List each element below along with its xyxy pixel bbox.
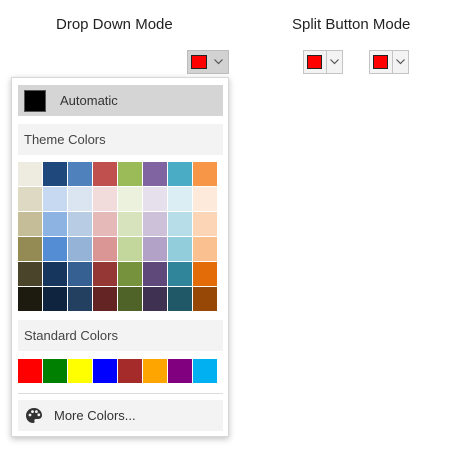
theme-color-swatch[interactable] [43,187,67,211]
theme-color-swatch[interactable] [193,237,217,261]
theme-color-swatch[interactable] [143,187,167,211]
theme-color-swatch[interactable] [93,262,117,286]
theme-color-swatch[interactable] [168,162,192,186]
standard-color-swatch[interactable] [68,359,92,383]
theme-color-swatch[interactable] [18,187,42,211]
theme-color-swatch[interactable] [118,162,142,186]
standard-colors-row [18,359,217,383]
more-colors-button[interactable]: More Colors... [18,400,223,431]
dropdown-mode-label: Drop Down Mode [56,16,173,33]
theme-color-swatch[interactable] [118,212,142,236]
chevron-down-icon[interactable] [327,51,342,73]
theme-color-swatch[interactable] [93,237,117,261]
chevron-down-icon [209,51,228,73]
theme-color-swatch[interactable] [168,287,192,311]
standard-color-swatch[interactable] [143,359,167,383]
theme-color-swatch[interactable] [43,287,67,311]
automatic-label: Automatic [60,93,118,108]
theme-color-swatch[interactable] [93,187,117,211]
theme-color-swatch[interactable] [18,162,42,186]
standard-color-swatch[interactable] [18,359,42,383]
theme-color-swatch[interactable] [18,287,42,311]
theme-color-swatch[interactable] [18,237,42,261]
theme-color-swatch[interactable] [143,287,167,311]
theme-color-swatch[interactable] [68,162,92,186]
theme-color-swatch[interactable] [68,212,92,236]
theme-color-swatch[interactable] [193,212,217,236]
theme-color-swatch[interactable] [68,237,92,261]
theme-colors-header: Theme Colors [18,124,223,155]
theme-color-swatch[interactable] [143,162,167,186]
theme-color-swatch[interactable] [193,287,217,311]
palette-icon [24,406,44,426]
standard-color-swatch[interactable] [193,359,217,383]
theme-color-swatch[interactable] [143,262,167,286]
divider [18,393,223,394]
theme-color-swatch[interactable] [93,287,117,311]
theme-color-swatch[interactable] [193,187,217,211]
theme-colors-grid [18,162,217,311]
standard-color-swatch[interactable] [43,359,67,383]
automatic-color-option[interactable]: Automatic [18,85,223,116]
theme-color-swatch[interactable] [93,212,117,236]
standard-color-swatch[interactable] [118,359,142,383]
standard-color-swatch[interactable] [168,359,192,383]
theme-color-swatch[interactable] [18,262,42,286]
standard-colors-header: Standard Colors [18,320,223,351]
automatic-color-swatch [24,89,46,112]
selected-color-swatch[interactable] [307,55,323,69]
theme-color-swatch[interactable] [168,212,192,236]
standard-color-swatch[interactable] [93,359,117,383]
theme-color-swatch[interactable] [68,262,92,286]
dropdown-color-picker-button[interactable] [187,50,229,74]
more-colors-label: More Colors... [54,408,136,423]
theme-color-swatch[interactable] [93,162,117,186]
theme-color-swatch[interactable] [118,187,142,211]
theme-color-swatch[interactable] [118,237,142,261]
theme-color-swatch[interactable] [168,262,192,286]
theme-colors-header-label: Theme Colors [24,132,106,147]
theme-color-swatch[interactable] [193,262,217,286]
theme-color-swatch[interactable] [18,212,42,236]
theme-color-swatch[interactable] [118,262,142,286]
theme-color-swatch[interactable] [68,187,92,211]
theme-color-swatch[interactable] [68,287,92,311]
theme-color-swatch[interactable] [143,237,167,261]
theme-color-swatch[interactable] [143,212,167,236]
split-color-picker-button[interactable] [303,50,343,74]
theme-color-swatch[interactable] [168,187,192,211]
theme-color-swatch[interactable] [118,287,142,311]
theme-color-swatch[interactable] [43,162,67,186]
theme-color-swatch[interactable] [43,212,67,236]
chevron-down-icon[interactable] [393,51,408,73]
standard-colors-header-label: Standard Colors [24,328,118,343]
selected-color-swatch[interactable] [373,55,389,69]
theme-color-swatch[interactable] [168,237,192,261]
theme-color-swatch[interactable] [193,162,217,186]
theme-color-swatch[interactable] [43,237,67,261]
split-color-picker-button[interactable] [369,50,409,74]
color-palette-popup: Automatic Theme Colors Standard Colors M… [11,77,229,437]
split-button-mode-label: Split Button Mode [292,16,411,33]
theme-color-swatch[interactable] [43,262,67,286]
selected-color-swatch [191,55,207,69]
